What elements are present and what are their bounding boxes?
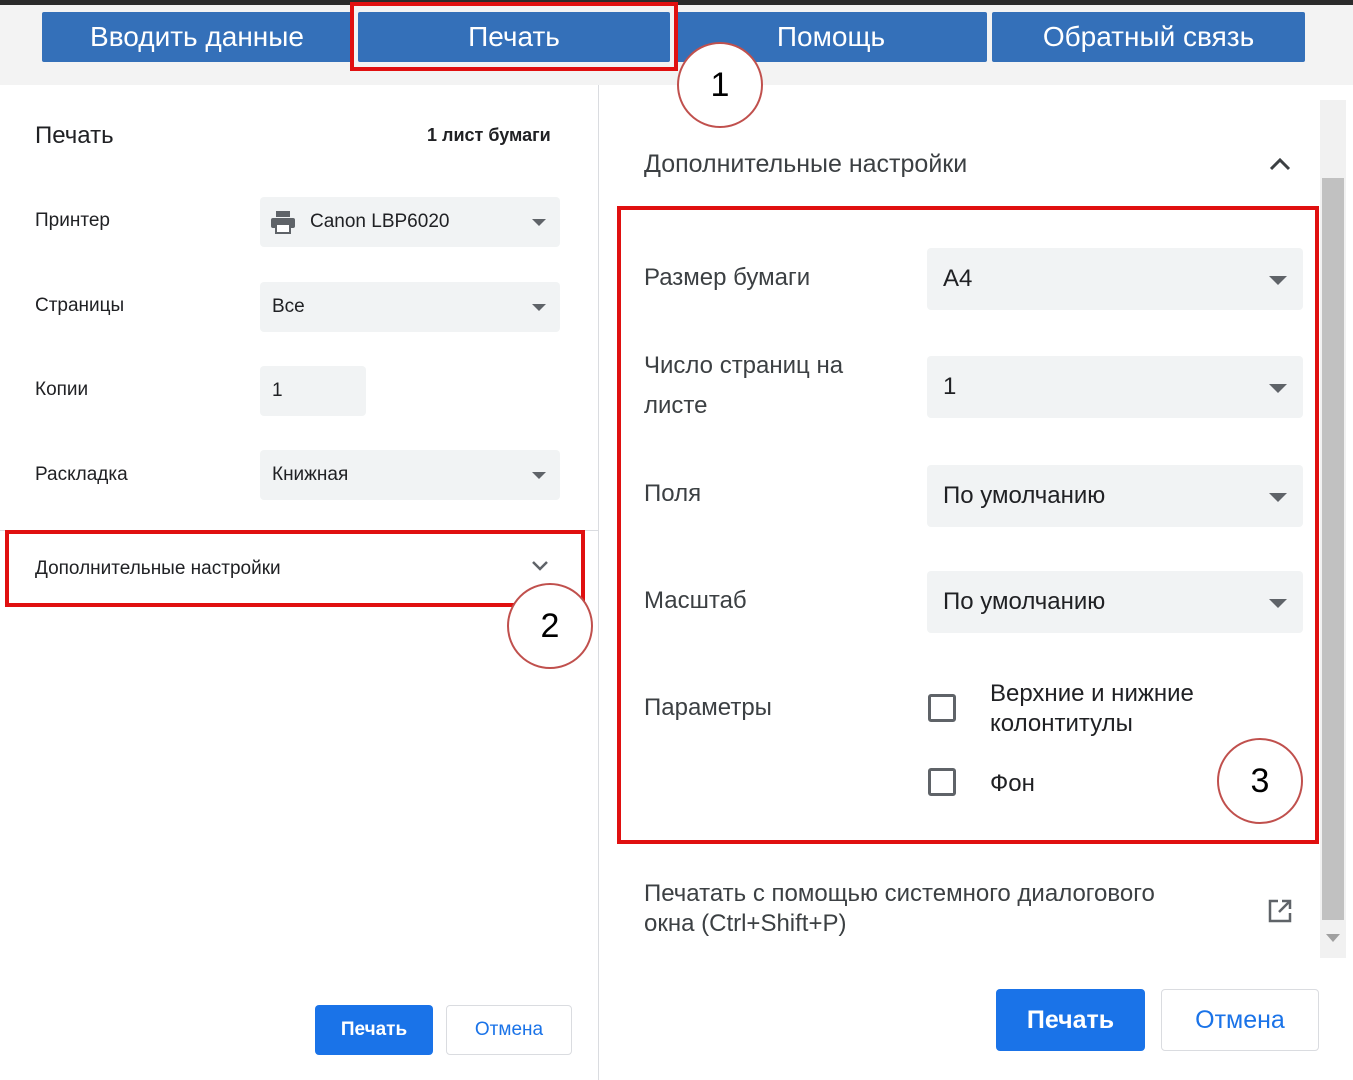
annotation-2: 2 [507, 583, 593, 669]
print-button[interactable]: Печать [315, 1005, 433, 1055]
print-button-large[interactable]: Печать [996, 989, 1145, 1051]
highlight-box-1 [350, 2, 678, 71]
feedback-button[interactable]: Обратный связь [992, 12, 1305, 62]
layout-label: Раскладка [35, 464, 128, 485]
system-dialog-link[interactable]: Печатать с помощью системного диалоговог… [644, 880, 1244, 938]
enter-data-button[interactable]: Вводить данные [42, 12, 352, 62]
dropdown-arrow-icon [532, 219, 546, 226]
scrollbar-thumb[interactable] [1322, 178, 1344, 920]
printer-value: Canon LBP6020 [310, 211, 450, 232]
dropdown-arrow-icon [532, 472, 546, 479]
copies-label: Копии [35, 379, 89, 400]
highlight-box-2 [5, 530, 585, 607]
system-dialog-line1: Печатать с помощью системного диалоговог… [644, 880, 1155, 907]
layout-value: Книжная [272, 464, 349, 485]
chevron-up-icon[interactable] [1268, 156, 1292, 177]
printer-icon [270, 210, 296, 240]
open-external-icon[interactable] [1266, 897, 1294, 930]
print-title: Печать [35, 122, 114, 149]
cancel-button[interactable]: Отмена [446, 1005, 572, 1055]
advanced-settings-title: Дополнительные настройки [644, 150, 968, 178]
system-dialog-line2: окна (Ctrl+Shift+P) [644, 910, 847, 937]
copies-input[interactable]: 1 [260, 366, 366, 416]
highlight-box-3 [617, 206, 1319, 844]
annotation-1: 1 [677, 42, 763, 128]
printer-label: Принтер [35, 210, 110, 231]
dropdown-arrow-icon [532, 304, 546, 311]
scroll-down-arrow-icon[interactable] [1326, 934, 1340, 942]
pages-select[interactable]: Все [260, 282, 560, 332]
copies-value: 1 [272, 380, 283, 401]
printer-select[interactable]: Canon LBP6020 [260, 197, 560, 247]
sheet-count: 1 лист бумаги [427, 125, 551, 145]
cancel-button-large[interactable]: Отмена [1161, 989, 1319, 1051]
annotation-3: 3 [1217, 738, 1303, 824]
pages-label: Страницы [35, 295, 125, 316]
layout-select[interactable]: Книжная [260, 450, 560, 500]
pages-value: Все [272, 296, 305, 317]
